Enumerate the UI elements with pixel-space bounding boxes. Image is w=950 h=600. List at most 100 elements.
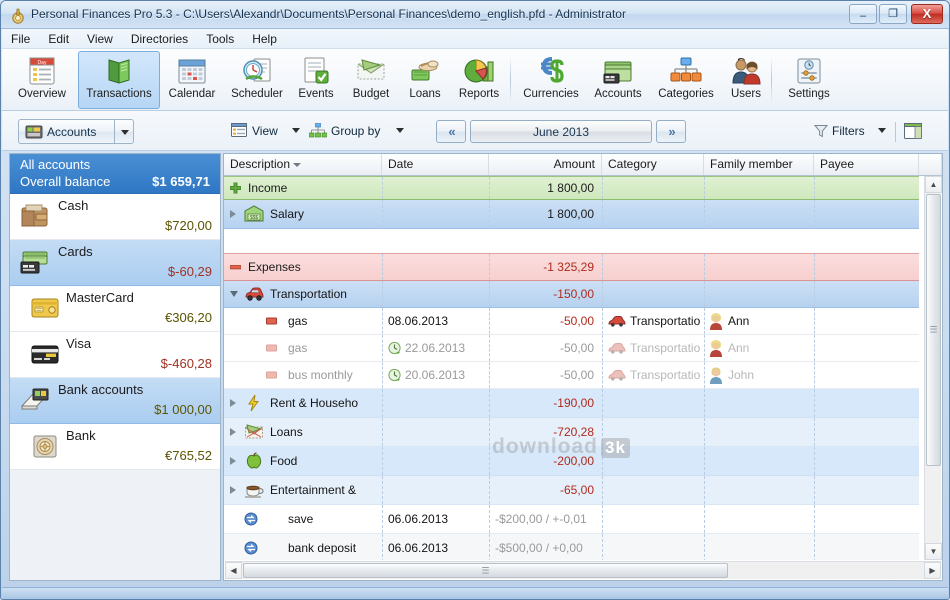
expand-arrow-icon[interactable] bbox=[230, 210, 236, 218]
car-icon bbox=[608, 343, 626, 354]
scroll-up-button[interactable]: ▲ bbox=[925, 176, 942, 193]
row-amount: 1 800,00 bbox=[547, 207, 594, 221]
column-header-payee[interactable]: Payee bbox=[814, 154, 919, 175]
cell-payee bbox=[814, 335, 919, 361]
grid-vertical-scrollbar[interactable]: ▲ ☰ ▼ bbox=[924, 176, 942, 560]
view-button[interactable]: View bbox=[252, 124, 278, 138]
table-row[interactable]: save 06.06.2013 -$200,00 / +-0,01 bbox=[224, 505, 919, 534]
table-row[interactable]: gas 08.06.2013 -50,00 Transportatio Ann bbox=[224, 308, 919, 335]
sidebar-account-bank-accounts[interactable]: Bank accounts $1 000,00 bbox=[10, 378, 220, 424]
table-row[interactable]: $$$ Salary 1 800,00 bbox=[224, 200, 919, 229]
svg-text:$$$: $$$ bbox=[250, 215, 259, 221]
account-name: Bank bbox=[66, 428, 96, 443]
visa-icon bbox=[31, 345, 59, 364]
column-header-label: Payee bbox=[820, 157, 855, 171]
table-row[interactable]: gas 22.06.2013 -50,00 Transportatio Ann bbox=[224, 335, 919, 362]
table-row[interactable]: bank deposit 06.06.2013 -$500,00 / +0,00 bbox=[224, 534, 919, 560]
column-header-amount[interactable]: Amount bbox=[489, 154, 602, 175]
toolbar-button-categories[interactable]: Categories bbox=[649, 51, 723, 109]
toolbar-button-label: Users bbox=[730, 88, 762, 100]
toggle-panel-icon[interactable] bbox=[904, 123, 922, 139]
row-amount: -$500,00 / +0,00 bbox=[495, 541, 583, 555]
toolbar-button-budget[interactable]: Budget bbox=[342, 51, 400, 109]
toolbar-button-loans[interactable]: Loans bbox=[400, 51, 450, 109]
table-row[interactable]: Food -200,00 bbox=[224, 447, 919, 476]
column-header-extra[interactable] bbox=[919, 154, 942, 175]
menu-bar: File Edit View Directories Tools Help bbox=[2, 29, 948, 49]
title-bar: Personal Finances Pro 5.3 - C:\Users\Ale… bbox=[1, 1, 949, 29]
toolbar-button-overview[interactable]: Day Overview bbox=[6, 51, 78, 109]
scroll-right-button[interactable]: ▶ bbox=[924, 562, 941, 579]
row-amount: -50,00 bbox=[559, 341, 594, 355]
row-amount: -200,00 bbox=[553, 454, 594, 468]
sidebar-account-bank[interactable]: Bank €765,52 bbox=[10, 424, 220, 470]
sidebar-account-cards[interactable]: Cards $-60,29 bbox=[10, 240, 220, 286]
table-row[interactable]: Entertainment & -65,00 bbox=[224, 476, 919, 505]
column-header-date[interactable]: Date bbox=[382, 154, 489, 175]
grip-icon: ☰ bbox=[929, 324, 938, 335]
view-dropdown-icon[interactable] bbox=[292, 128, 300, 133]
view-icon bbox=[231, 123, 247, 137]
grid-horizontal-scrollbar[interactable]: ◀ ☰ ▶ bbox=[225, 561, 941, 579]
filters-dropdown-icon[interactable] bbox=[878, 128, 886, 133]
collapse-arrow-icon[interactable] bbox=[230, 291, 238, 297]
menu-item-file[interactable]: File bbox=[2, 29, 39, 49]
toolbar-button-users[interactable]: Users bbox=[723, 51, 769, 109]
vertical-scroll-thumb[interactable]: ☰ bbox=[926, 194, 941, 466]
table-row[interactable]: Expenses -1 325,29 bbox=[224, 253, 919, 281]
sidebar-account-visa[interactable]: Visa $-460,28 bbox=[10, 332, 220, 378]
expand-arrow-icon[interactable] bbox=[230, 428, 236, 436]
toolbar-button-currencies[interactable]: Currencies bbox=[515, 51, 587, 109]
table-row[interactable]: Rent & Househo -190,00 bbox=[224, 389, 919, 418]
account-balance: $1 000,00 bbox=[154, 402, 212, 417]
toolbar-button-scheduler[interactable]: Scheduler bbox=[224, 51, 290, 109]
menu-item-edit[interactable]: Edit bbox=[39, 29, 78, 49]
horizontal-scroll-thumb[interactable]: ☰ bbox=[243, 563, 728, 578]
sidebar-account-mastercard[interactable]: MasterCard €306,20 bbox=[10, 286, 220, 332]
table-row[interactable]: bus monthly 20.06.2013 -50,00 Transportatio… bbox=[224, 362, 919, 389]
maximize-button[interactable]: ❐ bbox=[879, 4, 907, 24]
menu-item-view[interactable]: View bbox=[78, 29, 122, 49]
column-header-family_member[interactable]: Family member bbox=[704, 154, 814, 175]
menu-item-tools[interactable]: Tools bbox=[197, 29, 243, 49]
toolbar-button-calendar[interactable]: Calendar bbox=[160, 51, 224, 109]
group-by-button[interactable]: Group by bbox=[331, 124, 380, 138]
group-by-dropdown-icon[interactable] bbox=[396, 128, 404, 133]
menu-item-directories[interactable]: Directories bbox=[122, 29, 197, 49]
expand-arrow-icon[interactable] bbox=[230, 399, 236, 407]
cell-date: 22.06.2013 bbox=[382, 335, 489, 361]
cell-date bbox=[382, 177, 489, 199]
toolbar-button-label: Calendar bbox=[168, 88, 216, 100]
table-row[interactable]: Transportation -150,00 bbox=[224, 281, 919, 308]
previous-period-button[interactable]: « bbox=[436, 120, 466, 143]
menu-item-help[interactable]: Help bbox=[243, 29, 286, 49]
table-row[interactable]: Loans -720,28 bbox=[224, 418, 919, 447]
scroll-down-button[interactable]: ▼ bbox=[925, 543, 942, 560]
toolbar-button-accounts[interactable]: Accounts bbox=[587, 51, 649, 109]
table-row[interactable]: Income 1 800,00 bbox=[224, 176, 919, 200]
next-period-button[interactable]: » bbox=[656, 120, 686, 143]
filters-button[interactable]: Filters bbox=[832, 124, 865, 138]
toolbar-button-reports[interactable]: Reports bbox=[450, 51, 508, 109]
scroll-left-button[interactable]: ◀ bbox=[225, 562, 242, 579]
close-button[interactable]: X bbox=[911, 4, 943, 24]
cell-amount: -65,00 bbox=[489, 476, 602, 504]
row-amount: -720,28 bbox=[553, 425, 594, 439]
column-header-description[interactable]: Description bbox=[224, 154, 382, 175]
expand-arrow-icon[interactable] bbox=[230, 457, 236, 465]
minus-small-icon bbox=[266, 317, 277, 325]
sidebar-account-cash[interactable]: Cash $720,00 bbox=[10, 194, 220, 240]
accounts-filter-dropdown[interactable] bbox=[114, 119, 134, 144]
row-amount: -1 325,29 bbox=[543, 260, 594, 274]
accounts-filter-button[interactable]: Accounts bbox=[18, 119, 114, 144]
toolbar-button-settings[interactable]: Settings bbox=[776, 51, 842, 109]
expand-arrow-icon[interactable] bbox=[230, 486, 236, 494]
cell-family-member bbox=[704, 447, 814, 475]
sidebar-all-accounts-header[interactable]: All accounts Overall balance $1 659,71 bbox=[10, 154, 220, 194]
column-header-category[interactable]: Category bbox=[602, 154, 704, 175]
current-period-display[interactable]: June 2013 bbox=[470, 120, 652, 143]
toolbar-button-transactions[interactable]: Transactions bbox=[78, 51, 160, 109]
cell-payee bbox=[814, 254, 919, 280]
toolbar-button-events[interactable]: Events bbox=[290, 51, 342, 109]
minimize-button[interactable]: – bbox=[849, 4, 877, 24]
